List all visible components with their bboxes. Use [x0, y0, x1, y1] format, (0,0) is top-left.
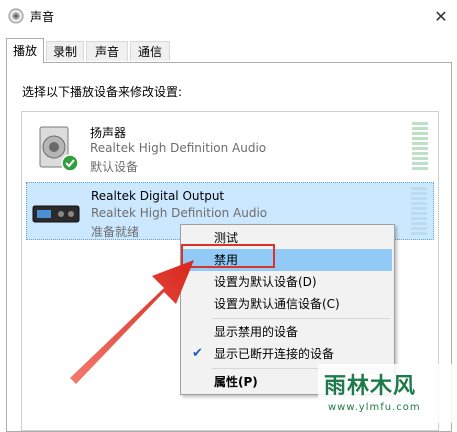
device-status: 准备就绪: [91, 225, 140, 239]
tab-communications[interactable]: 通信: [130, 41, 170, 61]
watermark-title: 雨林木风: [324, 374, 417, 399]
sound-icon: [8, 8, 24, 24]
highlight-box: [181, 244, 275, 268]
tab-sounds[interactable]: 声音: [86, 41, 128, 61]
device-speaker[interactable]: 扬声器 Realtek High Definition Audio 默认设备: [26, 118, 434, 176]
close-icon: ✕: [434, 6, 448, 26]
tab-recording[interactable]: 录制: [46, 41, 84, 61]
checkmark-icon: ✔: [192, 346, 203, 361]
close-button[interactable]: ✕: [425, 0, 457, 32]
device-description: Realtek High Definition Audio: [91, 206, 268, 220]
instruction-text: 选择以下播放设备来修改设置:: [22, 85, 183, 99]
device-name: Realtek Digital Output: [91, 189, 225, 203]
volume-meter: [411, 187, 427, 237]
menu-item-label: 显示已断开连接的设备: [214, 347, 335, 361]
menu-item-show-disconnected[interactable]: ✔ 显示已断开连接的设备: [183, 343, 392, 365]
tab-playback[interactable]: 播放: [6, 38, 44, 63]
watermark-logo: 雨林木风 www.ylmfu.com: [318, 364, 457, 423]
volume-meter: [412, 122, 428, 172]
speaker-icon: [39, 126, 79, 172]
menu-item-show-disabled[interactable]: 显示禁用的设备: [183, 321, 392, 343]
menu-separator: [212, 318, 390, 319]
device-status: 默认设备: [90, 160, 139, 174]
digital-output-icon: [32, 205, 80, 223]
watermark-url: www.ylmfu.com: [328, 402, 421, 413]
device-name: 扬声器: [90, 126, 127, 140]
menu-item-set-default-comm[interactable]: 设置为默认通信设备(C): [183, 293, 392, 315]
device-description: Realtek High Definition Audio: [90, 141, 267, 155]
menu-item-set-default[interactable]: 设置为默认设备(D): [183, 271, 392, 293]
title-bar: 声音 ✕: [0, 0, 457, 32]
window-title: 声音: [30, 10, 55, 24]
